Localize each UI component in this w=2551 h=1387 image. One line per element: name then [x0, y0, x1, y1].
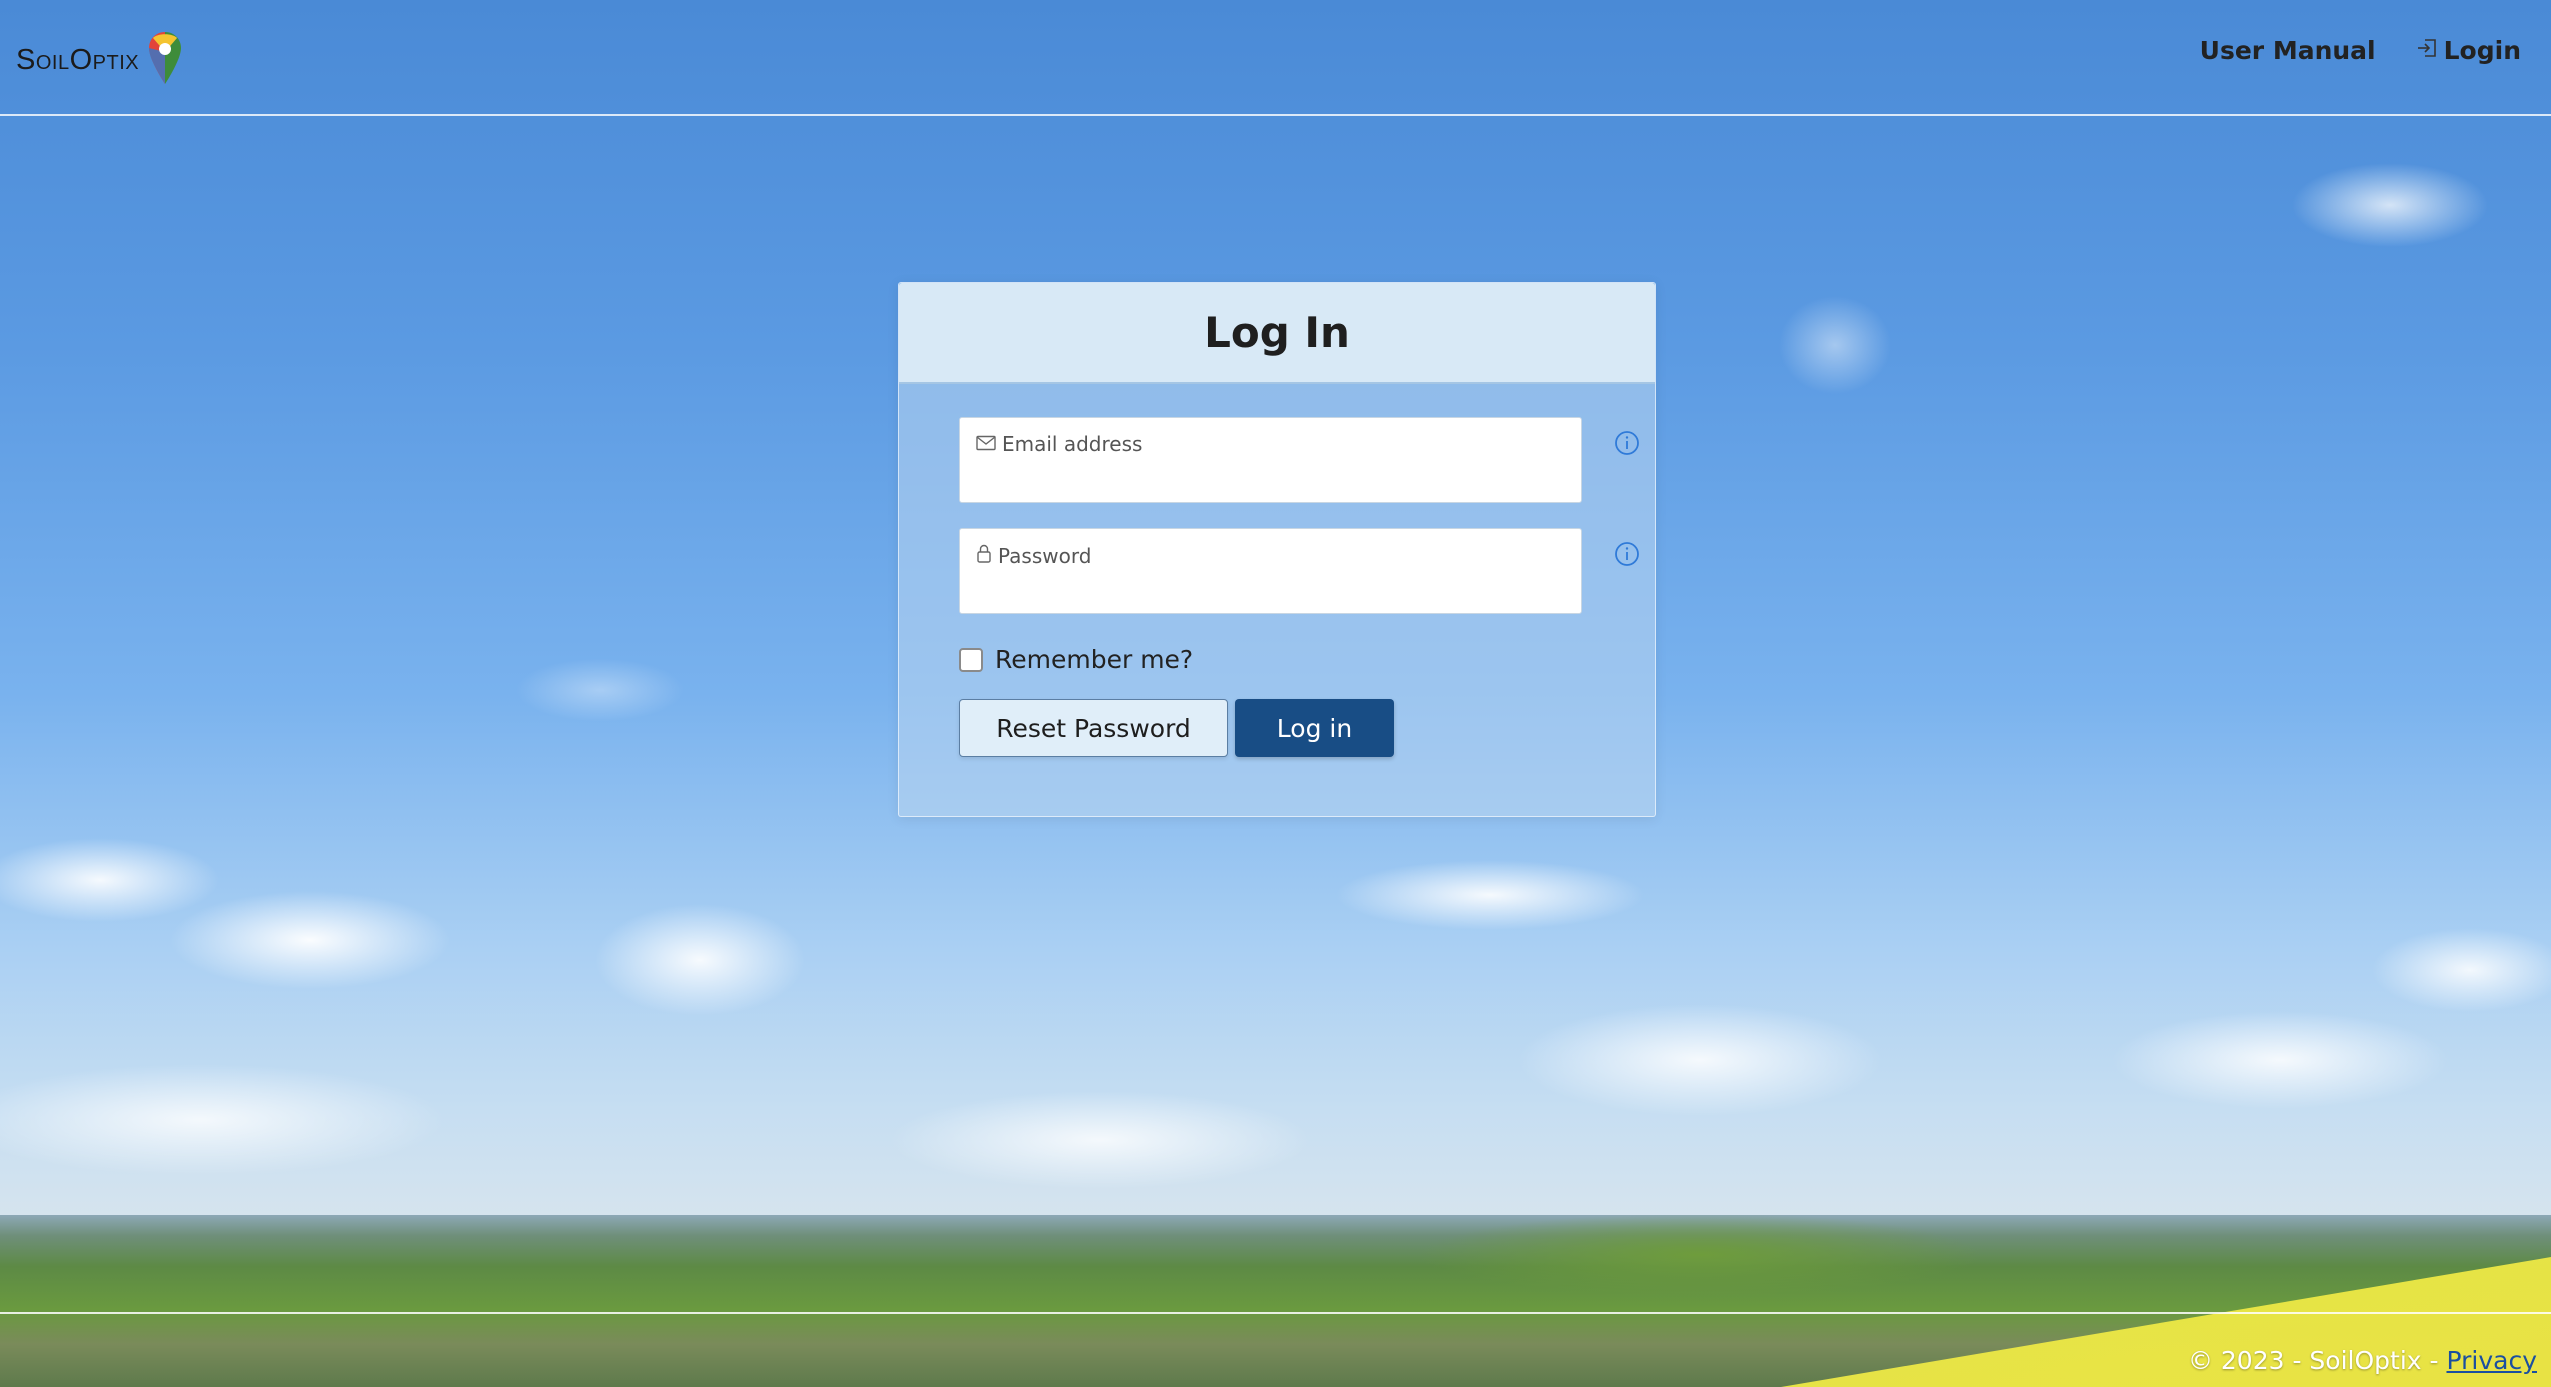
password-floating-label: Password	[976, 543, 1091, 568]
brand-name: SoilOptix	[16, 43, 140, 76]
email-field[interactable]: Email address	[959, 417, 1582, 503]
email-floating-label: Email address	[976, 432, 1142, 456]
password-label-text: Password	[998, 543, 1092, 568]
email-input[interactable]	[976, 464, 1566, 494]
lock-icon	[976, 543, 992, 568]
footer-text: © 2023 - SoilOptix - Privacy	[2188, 1346, 2537, 1375]
nav-user-manual-label: User Manual	[2199, 36, 2376, 65]
email-label-text: Email address	[1002, 432, 1143, 456]
email-info-icon[interactable]	[1614, 430, 1640, 456]
map-pin-icon	[147, 30, 183, 90]
envelope-icon	[976, 432, 996, 456]
background-clouds	[0, 820, 2551, 1250]
password-row: Password	[959, 528, 1639, 614]
sign-in-icon	[2416, 36, 2438, 65]
login-title: Log In	[1204, 308, 1350, 357]
password-input[interactable]	[976, 575, 1566, 605]
reset-password-button[interactable]: Reset Password	[959, 699, 1228, 757]
nav-user-manual-link[interactable]: User Manual	[2200, 36, 2376, 65]
nav-login-link[interactable]: Login	[2416, 36, 2521, 65]
nav-login-label: Login	[2443, 36, 2521, 65]
login-card-header: Log In	[899, 283, 1655, 384]
log-in-button[interactable]: Log in	[1235, 699, 1394, 757]
email-row: Email address	[959, 417, 1639, 503]
footer-copyright: © 2023 - SoilOptix -	[2187, 1346, 2447, 1375]
footer: © 2023 - SoilOptix - Privacy	[0, 1312, 2551, 1387]
privacy-link[interactable]: Privacy	[2446, 1346, 2537, 1375]
brand-logo-link[interactable]: SoilOptix	[16, 30, 183, 90]
top-navbar: SoilOptix User Manual Login	[0, 0, 2551, 116]
remember-me-row[interactable]: Remember me?	[959, 645, 1193, 674]
remember-me-label: Remember me?	[995, 645, 1194, 674]
password-info-icon[interactable]	[1614, 541, 1640, 567]
remember-me-checkbox[interactable]	[959, 647, 983, 672]
password-field[interactable]: Password	[959, 528, 1582, 614]
login-card: Log In Email address Password Remember m…	[898, 282, 1656, 817]
